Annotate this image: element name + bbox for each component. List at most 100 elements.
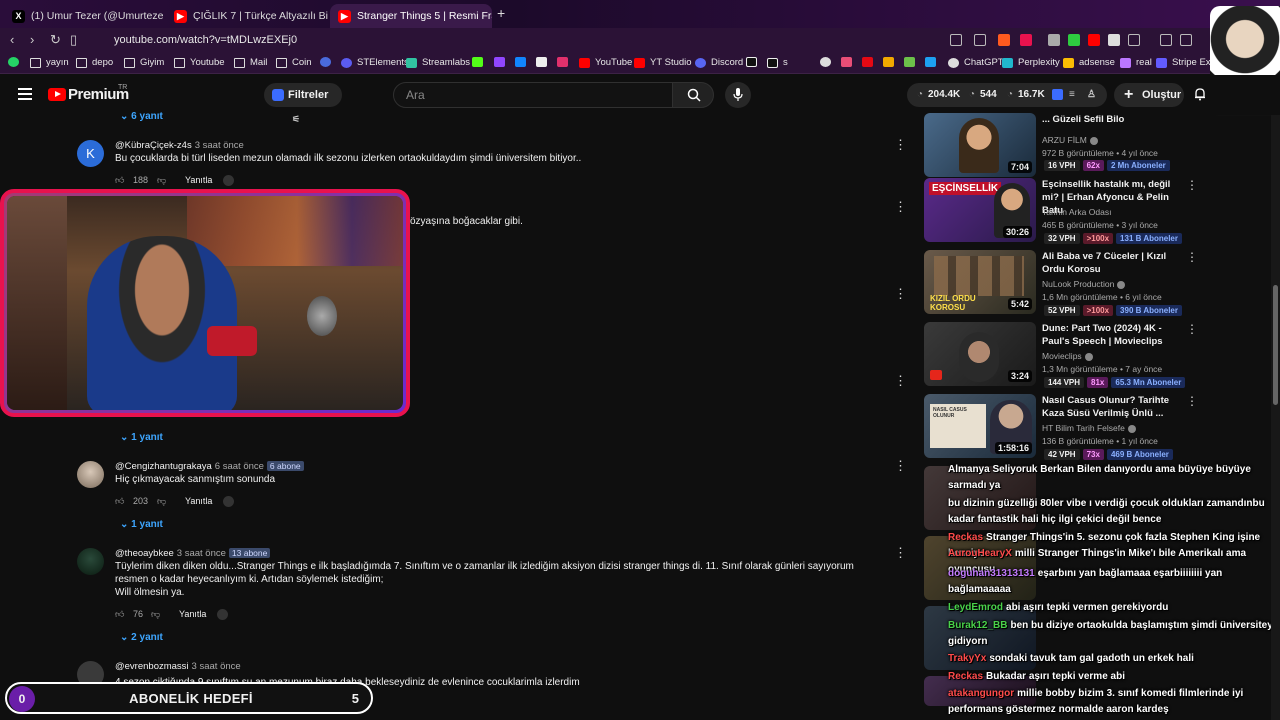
comment-menu-icon[interactable]: ⋮ — [894, 458, 907, 474]
avatar[interactable] — [77, 461, 104, 488]
bookmark-coin[interactable]: Coin — [276, 57, 312, 68]
avatar[interactable] — [77, 548, 104, 575]
comment-author[interactable]: @Cengizhantugrakaya — [115, 461, 212, 472]
channel-name[interactable]: HT Bilim Tarih Felsefe — [1042, 423, 1136, 433]
bookmark-stelements[interactable]: STElements — [341, 57, 409, 68]
reply-button[interactable]: Yanıtla — [185, 175, 212, 185]
recommended-video[interactable]: NASIL CASUS OLUNUR 1:58:16 Nasıl Casus O… — [924, 394, 1198, 464]
bookmark-discord[interactable]: Discord — [695, 57, 743, 68]
bookmark-streamlabs[interactable]: Streamlabs — [406, 57, 470, 68]
video-thumbnail[interactable]: 7:04 — [924, 113, 1036, 177]
bookmark-youtube[interactable]: Youtube — [174, 57, 225, 68]
bookmark-ext-4[interactable] — [904, 57, 920, 67]
channel-name[interactable]: Movieclips — [1042, 351, 1093, 361]
comment-menu-icon[interactable]: ⋮ — [894, 286, 907, 302]
video-title[interactable]: Dune: Part Two (2024) 4K - Paul's Speech… — [1042, 322, 1184, 348]
browser-tab-x[interactable]: X (1) Umur Tezer (@Umurtezer) / X — [4, 4, 164, 28]
avatar[interactable]: K — [77, 140, 104, 167]
channel-name[interactable]: ARZU FİLM — [1042, 135, 1098, 145]
filters-button[interactable]: Filtreler ⚟ — [264, 83, 342, 124]
bookmark-tiktok[interactable] — [746, 57, 762, 67]
video-menu-icon[interactable]: ⋮ — [1186, 394, 1198, 408]
browser-tab-ciglik[interactable]: ▶ ÇIĞLIK 7 | Türkçe Altyazılı Birinci Fr… — [166, 4, 328, 28]
menu-icon[interactable] — [18, 88, 32, 103]
video-title[interactable]: Nasıl Casus Olunur? Tarihte Kaza Süsü Ve… — [1042, 394, 1184, 420]
video-title[interactable]: Ali Baba ve 7 Cüceler | Kızıl Ordu Koros… — [1042, 250, 1184, 276]
bookmark-giyim[interactable]: Giyim — [124, 57, 164, 68]
video-menu-icon[interactable]: ⋮ — [1186, 250, 1198, 264]
voice-search-button[interactable] — [725, 82, 751, 108]
comment-menu-icon[interactable]: ⋮ — [894, 199, 907, 215]
reply-button[interactable]: Yanıtla — [185, 496, 212, 506]
bookmark-real[interactable]: real — [1120, 57, 1152, 68]
thumbs-up-icon[interactable]: 👍︎ — [115, 609, 124, 620]
bookmark-tiktok-s[interactable]: s — [767, 57, 788, 68]
bookmark-x[interactable] — [536, 57, 552, 67]
comment-time[interactable]: 3 saat önce — [192, 661, 241, 672]
page-scrollbar[interactable] — [1271, 115, 1280, 720]
video-thumbnail[interactable]: EŞCİNSELLİK 30:26 — [924, 178, 1036, 242]
extension-icon[interactable] — [1088, 34, 1100, 46]
bookmark-ext-2[interactable] — [841, 57, 857, 67]
forward-icon[interactable]: › — [30, 32, 34, 47]
comment-author[interactable]: @theoaybkee — [115, 548, 174, 559]
bookmark-mail[interactable]: Mail — [234, 57, 267, 68]
extension-icon[interactable] — [1128, 34, 1140, 46]
brave-shield-icon[interactable] — [998, 34, 1010, 46]
share-icon[interactable] — [974, 34, 986, 46]
bookmark-ext-5[interactable] — [925, 57, 941, 67]
search-button[interactable] — [672, 82, 714, 108]
video-thumbnail[interactable]: NASIL CASUS OLUNUR 1:58:16 — [924, 394, 1036, 458]
thumbs-down-icon[interactable]: 👎︎ — [157, 175, 166, 186]
channel-stats-widget[interactable]: ◔ 204.4K ◔ 544 ◔ 16.7K ≡ ♙ — [907, 83, 1107, 107]
bookmark-chatgpt[interactable]: ChatGPT — [948, 57, 1004, 68]
channel-name[interactable]: NuLook Production — [1042, 279, 1126, 289]
video-thumbnail[interactable]: KIZIL ORDU KOROSU 5:42 — [924, 250, 1036, 314]
reload-icon[interactable]: ↻ — [50, 32, 61, 48]
thumbs-down-icon[interactable]: 👎︎ — [157, 496, 166, 507]
bookmark-icon[interactable]: ▯ — [70, 32, 77, 48]
search-input[interactable]: Ara — [393, 82, 673, 108]
rewards-icon[interactable] — [1020, 34, 1032, 46]
sidebar-icon[interactable] — [1180, 34, 1192, 46]
scrollbar-thumb[interactable] — [1273, 285, 1278, 405]
thumbs-down-icon[interactable]: 👎︎ — [151, 609, 160, 620]
video-title[interactable]: ... Güzeli Sefil Bilo — [1042, 113, 1184, 126]
view-replies-button[interactable]: ⌄ 1 yanıt — [120, 432, 163, 443]
video-menu-icon[interactable]: ⋮ — [1186, 322, 1198, 336]
notifications-bell-icon[interactable] — [1193, 87, 1207, 101]
bookmark-youtube-link[interactable]: YouTube — [579, 57, 632, 68]
back-icon[interactable]: ‹ — [10, 32, 14, 47]
video-thumbnail[interactable]: 3:24 — [924, 322, 1036, 386]
reply-button[interactable]: Yanıtla — [179, 609, 206, 619]
bookmark-ext-3[interactable] — [883, 57, 899, 67]
cast-icon[interactable] — [950, 34, 962, 46]
youtube-logo-icon[interactable] — [48, 88, 66, 101]
comment-time[interactable]: 6 saat önce — [215, 461, 264, 472]
bookmark-perplexity[interactable]: Perplexity — [1002, 57, 1060, 68]
bookmark-depo[interactable]: depo — [76, 57, 113, 68]
view-replies-button[interactable]: ⌄ 2 yanıt — [120, 632, 163, 643]
bookmark-adsense[interactable]: adsense — [1063, 57, 1115, 68]
bookmark-ext-1[interactable] — [820, 57, 836, 67]
bookmark-whatsapp[interactable] — [8, 57, 24, 67]
thumbs-up-icon[interactable]: 👍︎ — [115, 175, 124, 186]
bookmark-netflix[interactable] — [862, 57, 878, 67]
recommended-video[interactable]: 7:04 ... Güzeli Sefil Bilo ARZU FİLM 972… — [924, 113, 1194, 183]
extension-icon[interactable] — [1048, 34, 1060, 46]
comment-time[interactable]: 3 saat önce — [177, 548, 226, 559]
bookmark-yt-studio[interactable]: YT Studio — [634, 57, 692, 68]
view-replies-button[interactable]: ⌄ 6 yanıt — [120, 111, 163, 122]
view-replies-button[interactable]: ⌄ 1 yanıt — [120, 519, 163, 530]
comment-author[interactable]: @KübraÇiçek-z4s — [115, 140, 192, 151]
channel-name[interactable]: Tarihin Arka Odası — [1042, 207, 1111, 217]
create-button[interactable]: + Oluştur — [1114, 83, 1184, 107]
bookmark-yayin[interactable]: yayın — [30, 57, 69, 68]
new-tab-button[interactable]: + — [497, 5, 505, 21]
video-menu-icon[interactable]: ⋮ — [1186, 178, 1198, 192]
comment-menu-icon[interactable]: ⋮ — [894, 545, 907, 561]
recommended-video[interactable]: KIZIL ORDU KOROSU 5:42 Ali Baba ve 7 Cüce… — [924, 250, 1198, 320]
bookmark-twitch[interactable] — [494, 57, 510, 67]
recommended-video[interactable]: 3:24 Dune: Part Two (2024) 4K - Paul's S… — [924, 322, 1198, 392]
recommended-video[interactable]: EŞCİNSELLİK 30:26 Eşcinsellik hastalık m… — [924, 178, 1198, 248]
